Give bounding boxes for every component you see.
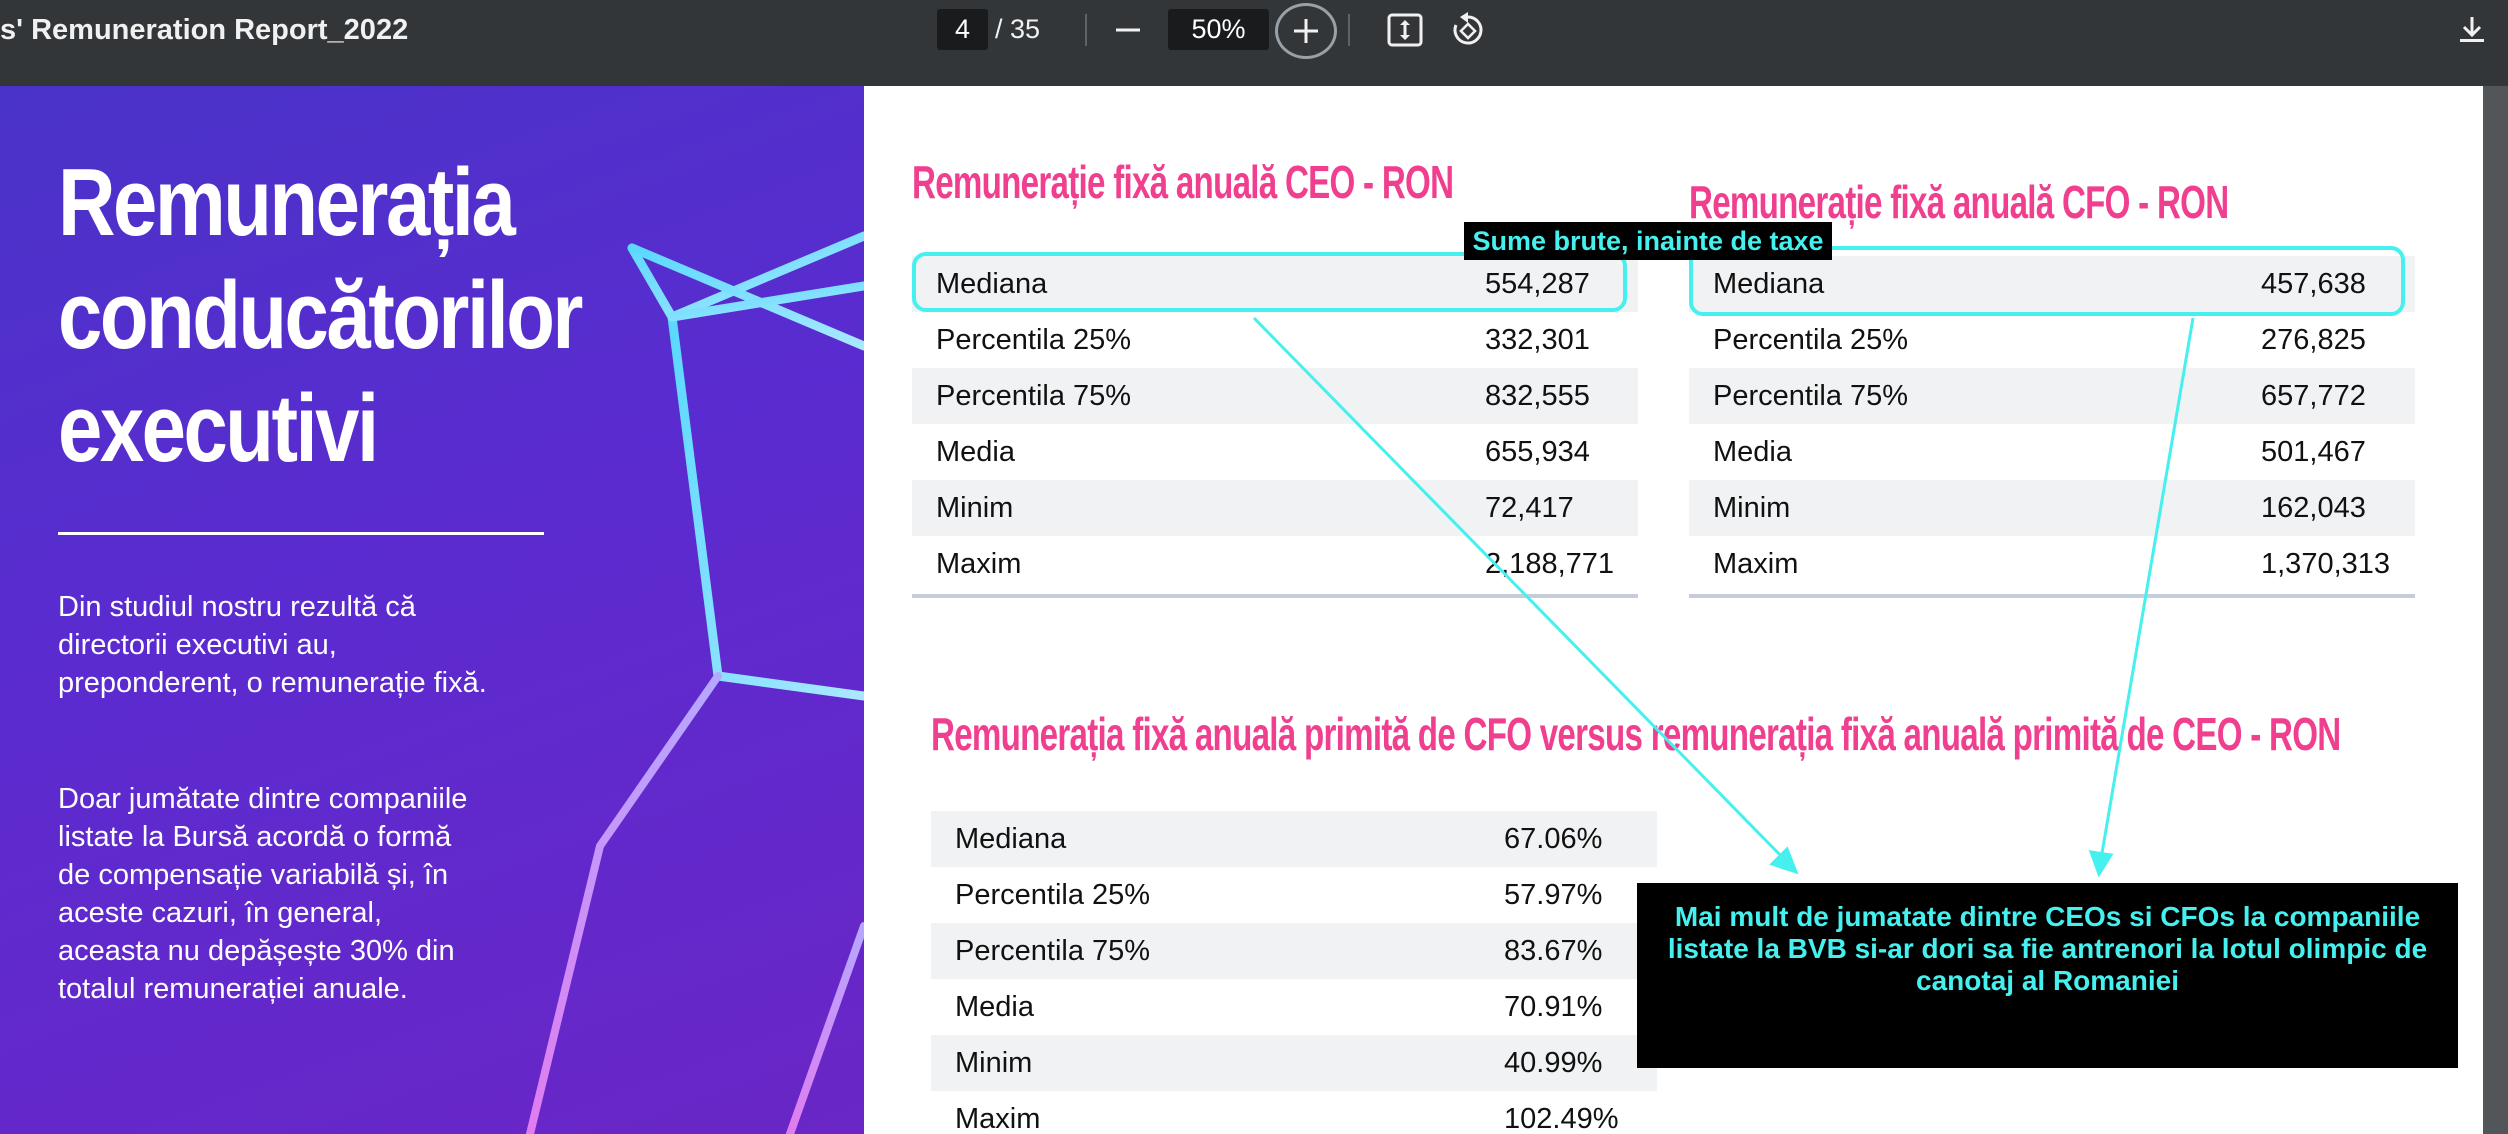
page-total: / 35: [995, 14, 1041, 44]
zoom-level-field[interactable]: 50%: [1168, 9, 1269, 50]
gross-amounts-note: Sume brute, inainte de taxe: [1464, 222, 1832, 260]
pdf-toolbar: s' Remuneration Report_2022 4 / 35 50%: [0, 0, 2508, 86]
rotate-button[interactable]: [1448, 10, 1488, 50]
rotate-icon: [1453, 12, 1483, 45]
fit-page-icon: [1387, 13, 1423, 47]
zoom-in-button[interactable]: [1275, 3, 1337, 59]
plus-icon: [1294, 19, 1318, 43]
scrollbar-track[interactable]: [2483, 86, 2508, 1134]
zoom-out-button[interactable]: [1110, 12, 1146, 48]
fit-to-page-button[interactable]: [1386, 12, 1424, 48]
commentary-note: Mai mult de jumatate dintre CEOs si CFOs…: [1637, 883, 2458, 1068]
toolbar-divider: [1348, 14, 1350, 46]
minus-icon: [1116, 28, 1140, 32]
download-button[interactable]: [2454, 12, 2490, 48]
toolbar-divider: [1085, 14, 1087, 46]
download-icon: [2460, 17, 2484, 42]
pdf-page: Remunerația conducătorilor executivi Din…: [0, 86, 2483, 1134]
document-title: s' Remuneration Report_2022: [0, 14, 409, 46]
page-number-input[interactable]: 4: [937, 9, 988, 50]
